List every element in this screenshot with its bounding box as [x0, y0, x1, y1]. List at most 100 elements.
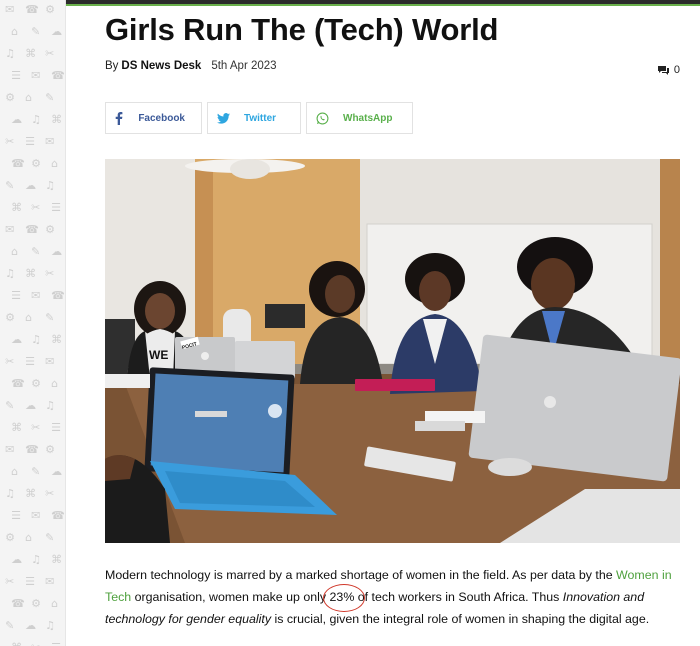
pattern-glyph-icon: ✉: [5, 223, 15, 236]
pattern-glyph-icon: ⌂: [51, 377, 59, 390]
pattern-glyph-icon: ⌘: [11, 201, 23, 214]
pattern-glyph-icon: ☰: [11, 69, 21, 82]
twitter-icon: [208, 103, 238, 133]
body-text-4: is crucial, given the integral role of w…: [271, 612, 650, 626]
pattern-glyph-icon: ✎: [5, 619, 15, 632]
pattern-glyph-icon: ⚙: [45, 443, 55, 456]
comments-link[interactable]: 0: [657, 64, 680, 76]
pattern-glyph-icon: ✎: [5, 179, 15, 192]
body-text-1: Modern technology is marred by a marked …: [105, 568, 617, 582]
pattern-glyph-icon: ☎: [11, 377, 25, 390]
pattern-glyph-icon: ☁: [25, 619, 37, 632]
pattern-glyph-icon: ⚙: [31, 377, 41, 390]
pattern-glyph-icon: ☁: [25, 399, 37, 412]
pattern-glyph-icon: ☰: [25, 575, 35, 588]
pattern-glyph-icon: ✎: [31, 245, 41, 258]
pattern-glyph-icon: ☎: [51, 69, 65, 82]
share-whatsapp-label: WhatsApp: [343, 112, 393, 124]
pattern-glyph-icon: ✉: [31, 289, 41, 302]
author-link[interactable]: DS News Desk: [121, 60, 201, 72]
share-twitter-button[interactable]: Twitter: [207, 102, 301, 134]
pattern-glyph-icon: ⚙: [45, 223, 55, 236]
pattern-glyph-icon: ☎: [25, 223, 39, 236]
side-pattern-background: ✉ ☎ ⚙ ⌂ ✎ ☁ ♫ ⌘ ✂ ☰ ✉ ☎ ⚙ ⌂ ✎ ☁ ♫ ⌘ ✂ ☰ ✉ ☎ ⚙ ⌂ ✎ ☁ ♫ ⌘ ✂ ☰ ✉ ☎ ⚙ ⌂ ✎ ☁ ♫ ⌘ ✂ ☰…: [0, 0, 66, 646]
pattern-glyph-icon: ✂: [45, 47, 55, 60]
pattern-glyph-icon: ☎: [51, 289, 65, 302]
pattern-glyph-icon: ✂: [31, 201, 41, 214]
pattern-glyph-icon: ⌘: [25, 267, 37, 280]
pattern-glyph-icon: ✂: [45, 487, 55, 500]
pattern-glyph-icon: ☰: [51, 421, 61, 434]
article-featured-image: WE POCIT: [105, 159, 680, 543]
pattern-glyph-icon: ✎: [31, 25, 41, 38]
pattern-glyph-icon: ⌘: [11, 421, 23, 434]
pattern-glyph-icon: ⌂: [11, 465, 19, 478]
pattern-glyph-icon: ✂: [5, 575, 15, 588]
pattern-glyph-icon: ⌘: [11, 642, 22, 646]
pattern-glyph-icon: ☁: [51, 465, 63, 478]
pattern-glyph-icon: ☁: [11, 113, 23, 126]
pattern-glyph-icon: ☁: [51, 245, 63, 258]
pattern-glyph-icon: ✉: [45, 135, 55, 148]
red-circle-annotation: [322, 584, 365, 612]
publish-date: 5th Apr 2023: [211, 60, 277, 72]
share-facebook-label: Facebook: [138, 112, 185, 124]
pattern-glyph-icon: ✂: [31, 421, 41, 434]
pattern-glyph-icon: ☎: [25, 3, 39, 16]
pattern-glyph-icon: ☎: [25, 443, 39, 456]
pattern-glyph-icon: ✉: [45, 355, 55, 368]
pattern-glyph-icon: ✉: [31, 69, 41, 82]
pattern-glyph-icon: ☁: [11, 553, 23, 566]
pattern-glyph-icon: ♫: [5, 267, 15, 280]
comment-count: 0: [673, 64, 680, 76]
pattern-glyph-icon: ✎: [45, 531, 55, 544]
pattern-glyph-icon: ⌘: [25, 47, 37, 60]
pattern-glyph-icon: ⌂: [25, 531, 33, 544]
pattern-glyph-icon: ✉: [5, 3, 15, 16]
article-title: Girls Run The (Tech) World: [105, 12, 499, 47]
pattern-glyph-icon: ♫: [45, 179, 55, 192]
byline-label: By: [105, 60, 119, 72]
pattern-glyph-icon: ✂: [45, 267, 55, 280]
pattern-glyph-icon: ☎: [11, 597, 25, 610]
pattern-glyph-icon: ⚙: [5, 91, 15, 104]
article-body-paragraph: Modern technology is marred by a marked …: [105, 564, 685, 630]
pattern-glyph-icon: ☁: [11, 333, 23, 346]
pattern-glyph-icon: ✎: [45, 311, 55, 324]
pattern-glyph-icon: ☰: [51, 201, 61, 214]
pattern-glyph-icon: ⌘: [25, 487, 37, 500]
pattern-glyph-icon: ⚙: [5, 531, 15, 544]
pattern-glyph-icon: ♫: [5, 487, 15, 500]
pattern-glyph-icon: ⚙: [45, 3, 55, 16]
share-facebook-button[interactable]: Facebook: [105, 102, 202, 134]
body-text-2: organisation, women make up only: [131, 590, 330, 604]
shirt-text: WE: [149, 348, 168, 362]
pattern-glyph-icon: ♫: [45, 399, 55, 412]
pattern-glyph-icon: ✎: [31, 465, 41, 478]
pattern-glyph-icon: ✂: [31, 642, 40, 646]
pattern-glyph-icon: ⚙: [31, 157, 41, 170]
pattern-glyph-icon: ☁: [51, 25, 63, 38]
pattern-glyph-icon: ♫: [31, 553, 41, 566]
pattern-glyph-icon: ⌂: [25, 311, 33, 324]
pattern-glyph-icon: ✉: [45, 575, 55, 588]
pattern-glyph-icon: ⌂: [11, 245, 19, 258]
body-text-3: of tech workers in South Africa. Thus: [354, 590, 563, 604]
pattern-glyph-icon: ☎: [51, 509, 65, 522]
pattern-glyph-icon: ⌂: [51, 597, 59, 610]
pattern-glyph-icon: ⌘: [51, 113, 63, 126]
share-whatsapp-button[interactable]: WhatsApp: [306, 102, 413, 134]
comment-icon: [657, 65, 670, 76]
highlighted-stat: 23%: [322, 584, 365, 612]
pattern-glyph-icon: ✉: [5, 443, 15, 456]
pattern-glyph-icon: ✎: [45, 91, 55, 104]
whatsapp-icon: [307, 103, 337, 133]
pattern-glyph-icon: ☰: [11, 509, 21, 522]
pattern-glyph-icon: ♫: [31, 113, 41, 126]
pattern-glyph-icon: ⚙: [31, 597, 41, 610]
pattern-glyph-icon: ☁: [25, 179, 37, 192]
pattern-glyph-icon: ⌂: [11, 25, 19, 38]
pattern-glyph-icon: ⌘: [51, 333, 63, 346]
pattern-glyph-icon: ☰: [51, 642, 61, 646]
pattern-glyph-icon: ♫: [5, 47, 15, 60]
